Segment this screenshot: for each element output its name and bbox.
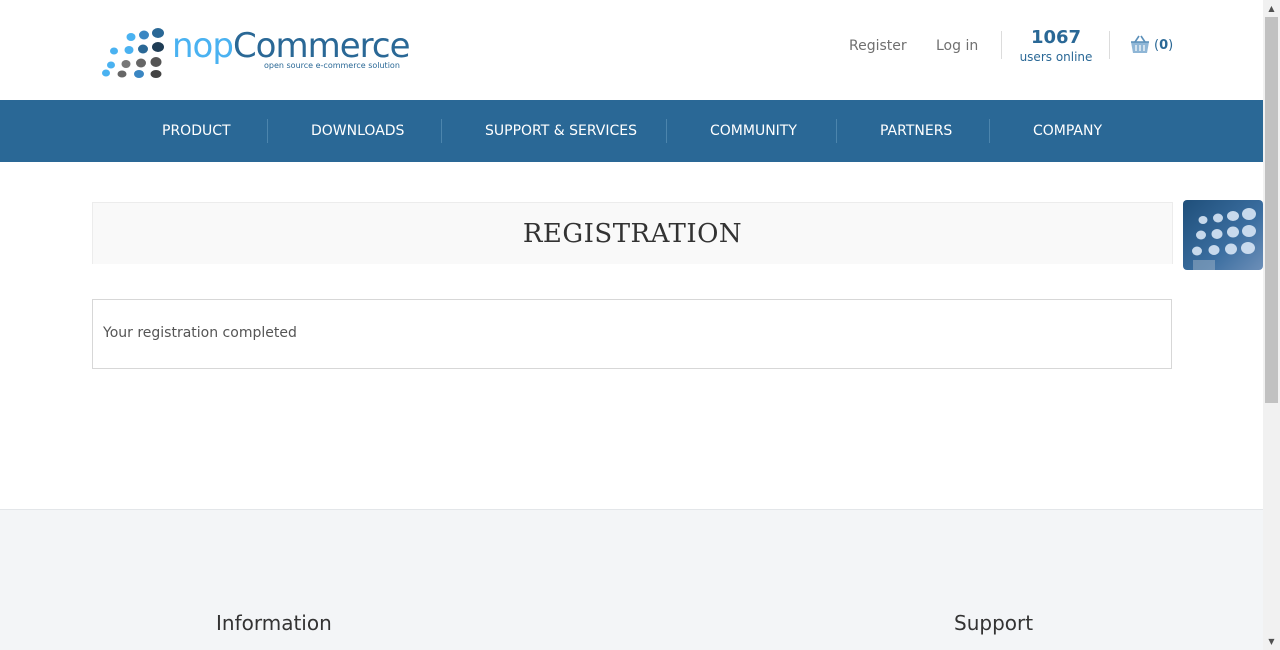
users-online-count: 1067 [1030, 27, 1082, 48]
scroll-down-arrow-icon[interactable]: ▼ [1263, 633, 1280, 650]
nav-community[interactable]: COMMUNITY [710, 100, 797, 162]
shopping-basket-icon [1131, 35, 1149, 53]
registration-result-text: Your registration completed [103, 325, 297, 341]
logo-dots-icon [1192, 208, 1256, 270]
nav-company[interactable]: COMPANY [1033, 100, 1102, 162]
logo[interactable]: nopCommerce open source e-commerce solut… [98, 24, 411, 78]
page-title: REGISTRATION [522, 219, 743, 249]
page-title-bar: REGISTRATION [92, 202, 1173, 264]
nav-divider [836, 119, 837, 143]
footer-heading-support: Support [954, 611, 1034, 635]
vertical-scrollbar[interactable]: ▲ ▼ [1263, 0, 1280, 650]
side-promo-thumbnail[interactable] [1183, 200, 1263, 270]
registration-result: Your registration completed [92, 299, 1172, 369]
scrollbar-thumb[interactable] [1265, 17, 1278, 403]
footer-heading-information: Information [216, 611, 332, 635]
cart-close-paren: ) [1168, 37, 1174, 53]
nav-divider [441, 119, 442, 143]
site-footer: Information Support [0, 509, 1263, 650]
logo-commerce: Commerce [232, 26, 411, 66]
page: nopCommerce open source e-commerce solut… [0, 0, 1263, 650]
main-nav: PRODUCT DOWNLOADS SUPPORT & SERVICES COM… [0, 100, 1263, 162]
nav-divider [267, 119, 268, 143]
site-header: nopCommerce open source e-commerce solut… [0, 0, 1263, 100]
login-link[interactable]: Log in [936, 38, 978, 58]
nav-downloads[interactable]: DOWNLOADS [311, 100, 404, 162]
nav-partners[interactable]: PARTNERS [880, 100, 952, 162]
logo-wordmark: nopCommerce [172, 26, 411, 66]
users-online-label: users online [1019, 50, 1093, 64]
scroll-up-arrow-icon[interactable]: ▲ [1263, 0, 1280, 17]
header-divider [1109, 31, 1110, 59]
nav-product[interactable]: PRODUCT [162, 100, 231, 162]
nav-divider [989, 119, 990, 143]
cart-link[interactable]: (0) [1129, 34, 1173, 56]
logo-nop: nop [172, 26, 234, 66]
register-link[interactable]: Register [849, 38, 907, 58]
nav-divider [666, 119, 667, 143]
nav-support-services[interactable]: SUPPORT & SERVICES [485, 100, 637, 162]
users-online: 1067 users online [1016, 27, 1096, 65]
logo-tagline: open source e-commerce solution [264, 61, 400, 70]
logo-dots-icon [102, 28, 164, 78]
cart-count: 0 [1159, 37, 1169, 53]
header-divider [1001, 31, 1002, 59]
